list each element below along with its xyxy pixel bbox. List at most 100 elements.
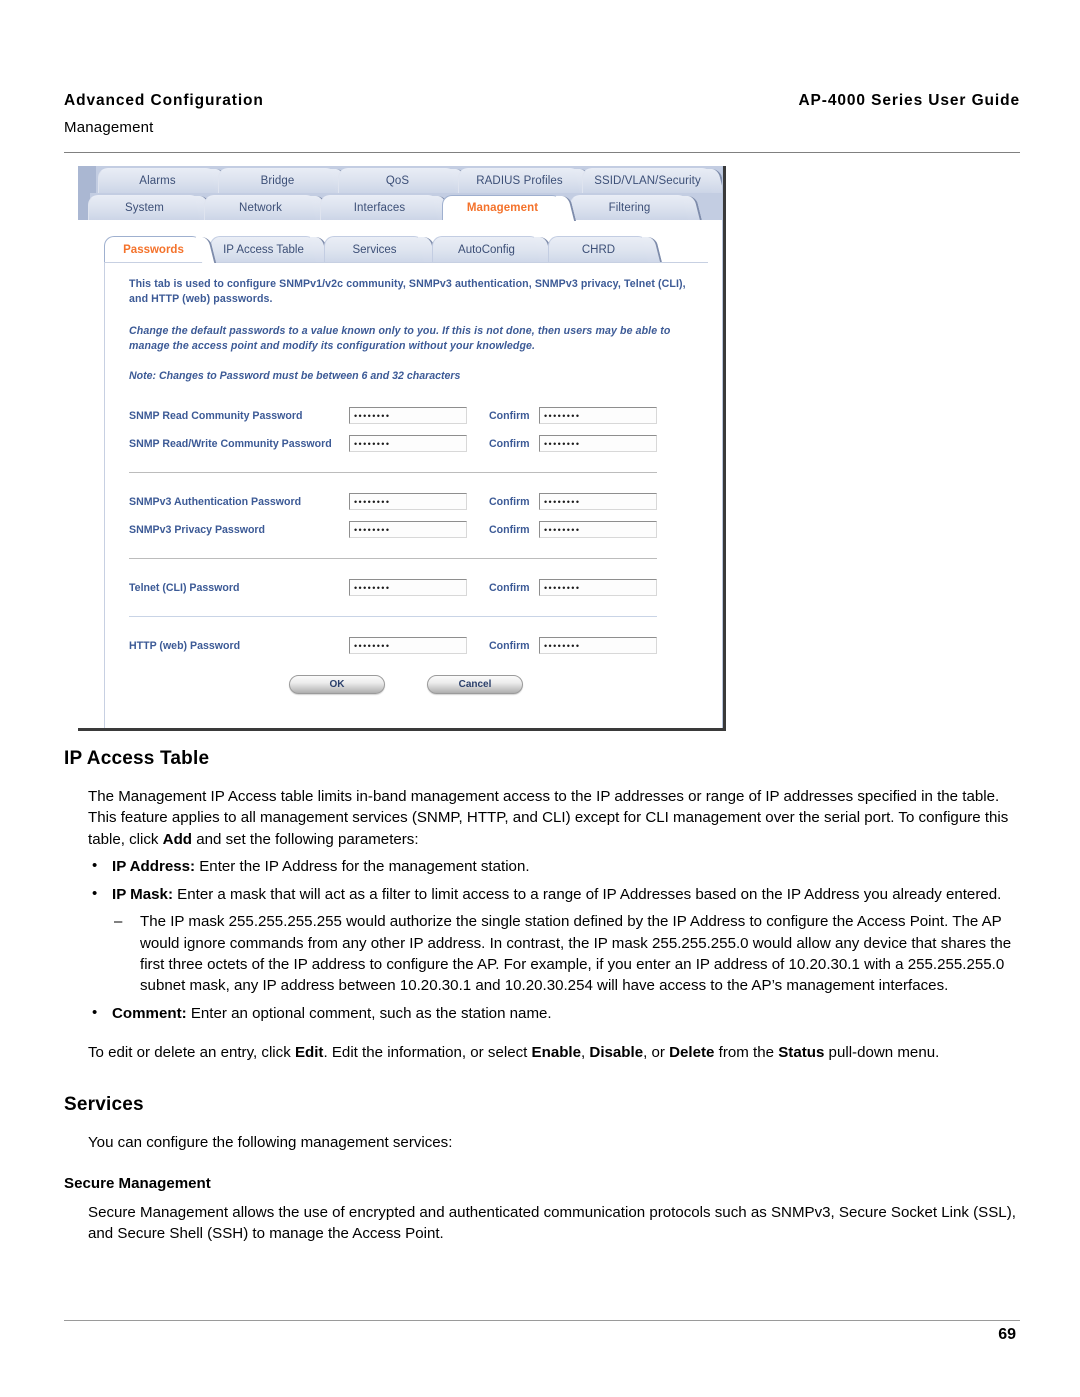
bullet-text: Enter an optional comment, such as the s… [186, 1004, 552, 1022]
snmpv3-auth-confirm-input[interactable]: •••••••• [539, 493, 657, 511]
snmp-read-community-confirm-input[interactable]: •••••••• [539, 407, 657, 425]
tab-filtering[interactable]: Filtering [570, 195, 703, 221]
subtab-services[interactable]: Services [324, 236, 439, 263]
form-divider-2 [129, 558, 657, 560]
snmpv3-privacy-confirm-input[interactable]: •••••••• [539, 521, 657, 539]
field-row-snmpv3-auth: SNMPv3 Authentication Password •••••••• … [129, 490, 690, 513]
subtab-autoconfig[interactable]: AutoConfig [432, 236, 555, 263]
tab-label: Network [239, 202, 282, 214]
subsection-heading-secure-management: Secure Management [64, 1175, 211, 1193]
tab-qos[interactable]: QoS [338, 168, 471, 194]
bullet-label: IP Mask: [112, 885, 173, 903]
tab-label: Interfaces [353, 202, 406, 214]
form-divider-3 [129, 616, 657, 618]
tab-edge [681, 196, 703, 221]
edit-bold-disable: Disable [589, 1044, 644, 1062]
header-left-title: Advanced Configuration [64, 92, 264, 109]
tab-edge [705, 169, 722, 194]
bullet-label: IP Address: [112, 858, 196, 876]
tab-label: Management [466, 202, 539, 214]
field-label: Telnet (CLI) Password [129, 581, 240, 594]
management-panel: Passwords IP Access Table Services AutoC… [78, 220, 722, 728]
field-row-telnet-cli: Telnet (CLI) Password •••••••• Confirm •… [129, 576, 690, 599]
subtab-label: Passwords [123, 243, 184, 256]
ap-web-ui-screenshot: Alarms Bridge QoS RADIUS Profiles SSID/V… [78, 166, 726, 731]
tab-interfaces[interactable]: Interfaces [320, 195, 453, 221]
services-intro-paragraph: You can configure the following manageme… [88, 1133, 453, 1151]
form-button-row: OK Cancel [129, 675, 690, 695]
dash-ip-mask-detail: – The IP mask 255.255.255.255 would autho… [64, 911, 1020, 997]
footer-divider [64, 1320, 1020, 1321]
subtab-passwords[interactable]: Passwords [104, 236, 217, 263]
tab-label: SSID/VLAN/Security [594, 175, 701, 187]
snmp-read-community-input[interactable]: •••••••• [349, 407, 467, 425]
subtab-label: CHRD [581, 243, 616, 256]
tab-system[interactable]: System [88, 195, 215, 221]
subtab-label: Services [352, 243, 397, 256]
page-number: 69 [998, 1326, 1016, 1343]
field-row-snmp-read-community: SNMP Read Community Password •••••••• Co… [129, 404, 690, 427]
edit-text-1: To edit or delete an entry, click [88, 1044, 295, 1062]
bullet-text: Enter the IP Address for the management … [195, 858, 530, 876]
snmp-readwrite-community-input[interactable]: •••••••• [349, 435, 467, 453]
bullet-comment: • Comment: Enter an optional comment, suc… [64, 1003, 1020, 1024]
tab-label: Bridge [260, 175, 295, 187]
bullet-ip-mask: • IP Mask: Enter a mask that will act as … [64, 884, 1020, 905]
field-label: SNMPv3 Privacy Password [129, 523, 266, 536]
telnet-cli-input[interactable]: •••••••• [349, 579, 467, 597]
section-heading-services: Services [64, 1093, 144, 1115]
panel-warning: Change the default passwords to a value … [129, 324, 671, 353]
edit-text-5: from the [714, 1044, 779, 1062]
form-divider-1 [129, 472, 657, 474]
subtab-label: AutoConfig [458, 243, 515, 256]
cancel-button[interactable]: Cancel [427, 675, 523, 695]
telnet-cli-confirm-input[interactable]: •••••••• [539, 579, 657, 597]
intro-text-part2: and set the following parameters: [192, 830, 419, 848]
panel-description: This tab is used to configure SNMPv1/v2c… [129, 278, 686, 306]
edit-text-4: , or [643, 1044, 670, 1062]
http-web-input[interactable]: •••••••• [349, 637, 467, 655]
subtab-strip: Passwords IP Access Table Services AutoC… [104, 236, 722, 263]
snmpv3-auth-input[interactable]: •••••••• [349, 493, 467, 511]
field-row-snmp-readwrite-community: SNMP Read/Write Community Password •••••… [129, 432, 690, 455]
subtab-chrd[interactable]: CHRD [548, 236, 663, 263]
dash-marker-icon: – [114, 913, 123, 931]
tab-radius-profiles[interactable]: RADIUS Profiles [458, 168, 595, 194]
dash-text: The IP mask 255.255.255.255 would author… [140, 913, 1012, 995]
tab-label: Alarms [139, 175, 176, 187]
tab-strip-corner [78, 166, 96, 193]
snmpv3-privacy-input[interactable]: •••••••• [349, 521, 467, 539]
http-web-confirm-input[interactable]: •••••••• [539, 637, 657, 655]
confirm-label: Confirm [489, 523, 530, 536]
field-label: SNMP Read Community Password [129, 409, 303, 422]
tab-management[interactable]: Management [442, 195, 577, 221]
header-subtitle: Management [64, 119, 154, 136]
field-label: HTTP (web) Password [129, 639, 241, 652]
edit-delete-paragraph: To edit or delete an entry, click Edit. … [64, 1042, 1020, 1063]
section-heading-ip-access-table: IP Access Table [64, 748, 210, 769]
confirm-label: Confirm [489, 581, 530, 594]
tab-row-primary-upper: Alarms Bridge QoS RADIUS Profiles SSID/V… [78, 166, 722, 194]
tab-row-primary-lower: System Network Interfaces Management Fil… [78, 193, 722, 221]
subtab-ip-access-table[interactable]: IP Access Table [210, 236, 331, 263]
tab-alarms[interactable]: Alarms [98, 168, 231, 194]
confirm-label: Confirm [489, 437, 530, 450]
bullet-marker-icon: • [92, 857, 98, 875]
page-header: Advanced Configuration AP-4000 Series Us… [64, 92, 1020, 136]
password-fields: SNMP Read Community Password •••••••• Co… [129, 404, 690, 695]
tab-network[interactable]: Network [204, 195, 331, 221]
tab-label: Filtering [608, 202, 651, 214]
ok-button[interactable]: OK [289, 675, 385, 695]
passwords-form-panel: This tab is used to configure SNMPv1/v2c… [104, 262, 708, 728]
bullet-marker-icon: • [92, 884, 98, 902]
ip-access-intro-paragraph: The Management IP Access table limits in… [64, 786, 1020, 850]
header-divider [64, 152, 1020, 153]
tab-ssid-vlan-security[interactable]: SSID/VLAN/Security [582, 168, 722, 194]
bullet-ip-address: • IP Address: Enter the IP Address for th… [64, 856, 1020, 877]
tab-bridge[interactable]: Bridge [218, 168, 351, 194]
edit-text-2: . Edit the information, or select [323, 1044, 532, 1062]
snmp-readwrite-community-confirm-input[interactable]: •••••••• [539, 435, 657, 453]
tab-label: RADIUS Profiles [476, 175, 563, 187]
edit-text-6: pull-down menu. [824, 1044, 940, 1062]
edit-bold-enable: Enable [531, 1044, 582, 1062]
